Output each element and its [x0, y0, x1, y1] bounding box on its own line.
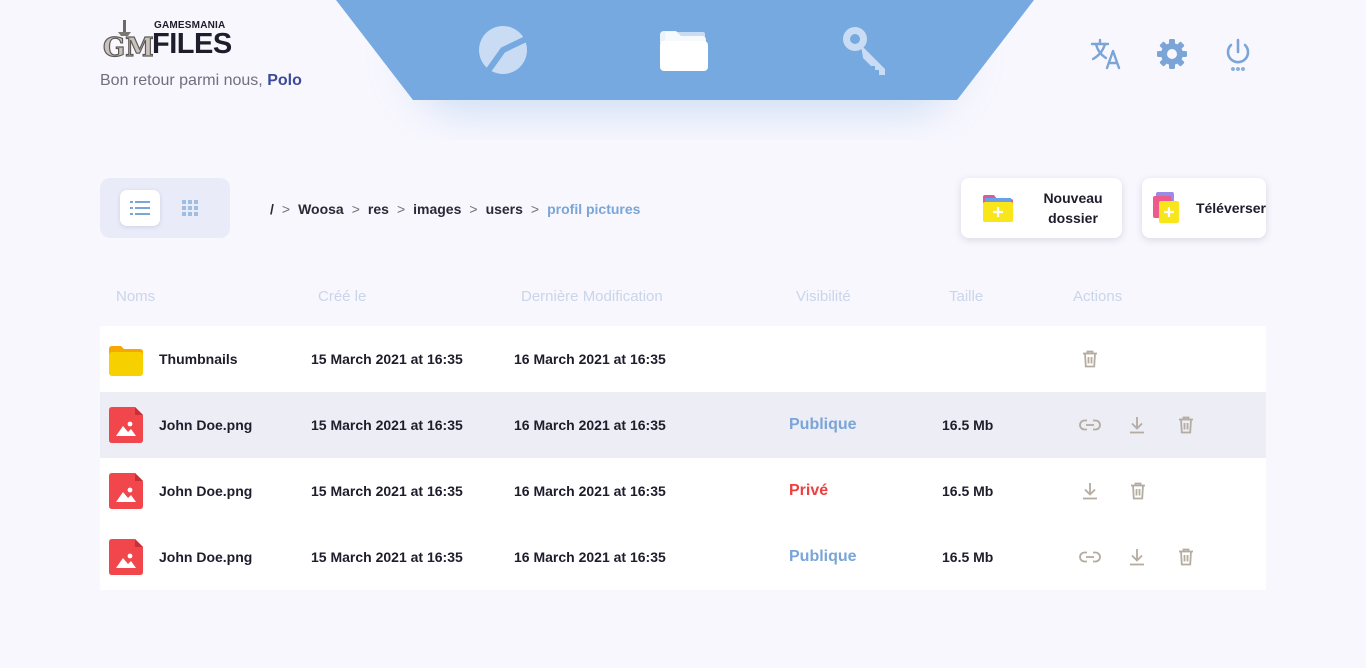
- translate-icon: [1090, 38, 1121, 70]
- breadcrumb-users[interactable]: users: [486, 201, 523, 217]
- welcome-message: Bon retour parmi nous, Polo: [100, 72, 302, 90]
- delete-button[interactable]: [1174, 413, 1198, 437]
- welcome-prefix: Bon retour parmi nous,: [100, 72, 268, 89]
- upload-file-icon: [1152, 192, 1179, 223]
- trash-icon: [1131, 482, 1145, 500]
- gamesmania-logo-mark: GM: [102, 20, 153, 60]
- breadcrumb-current: profil pictures: [547, 201, 641, 217]
- logout-button[interactable]: [1220, 36, 1256, 72]
- grid-view-button[interactable]: [170, 190, 210, 226]
- file-size: 16.5 Mb: [942, 483, 994, 499]
- new-folder-button[interactable]: Nouveau dossier: [961, 178, 1122, 238]
- modified-date: 16 March 2021 at 16:35: [514, 483, 666, 499]
- list-icon: [130, 201, 150, 215]
- welcome-username: Polo: [267, 72, 302, 89]
- file-table: Thumbnails 15 March 2021 at 16:35 16 Mar…: [100, 326, 1266, 590]
- breadcrumb-separator: >: [351, 201, 360, 217]
- visibility-badge[interactable]: Publique: [789, 524, 857, 590]
- table-row[interactable]: John Doe.png 15 March 2021 at 16:35 16 M…: [100, 458, 1266, 524]
- trash-icon: [1083, 350, 1097, 368]
- delete-button[interactable]: [1126, 479, 1150, 503]
- column-header-actions: Actions: [1073, 288, 1123, 305]
- created-date: 15 March 2021 at 16:35: [311, 549, 463, 565]
- breadcrumb-res[interactable]: res: [368, 201, 389, 217]
- download-icon: [1130, 549, 1144, 566]
- file-size: 16.5 Mb: [942, 549, 994, 565]
- breadcrumb-images[interactable]: images: [413, 201, 461, 217]
- settings-button[interactable]: [1154, 36, 1190, 72]
- power-icon: [1226, 38, 1250, 71]
- breadcrumb-root[interactable]: /: [270, 201, 274, 217]
- translate-button[interactable]: [1088, 36, 1124, 72]
- file-size: 16.5 Mb: [942, 417, 994, 433]
- image-file-icon: [109, 539, 143, 575]
- download-button[interactable]: [1125, 413, 1149, 437]
- folder-icon: [660, 31, 708, 71]
- column-header-visibility[interactable]: Visibilité: [796, 288, 851, 305]
- download-button[interactable]: [1078, 479, 1102, 503]
- upload-label: Téléverser: [1195, 200, 1266, 216]
- key-icon: [843, 27, 885, 75]
- breadcrumb-separator: >: [281, 201, 291, 217]
- gear-icon: [1157, 39, 1187, 69]
- modified-date: 16 March 2021 at 16:35: [514, 417, 666, 433]
- view-mode-toggle: [100, 178, 230, 238]
- grid-icon: [182, 200, 198, 216]
- table-header: Noms Créé le Dernière Modification Visib…: [100, 288, 1266, 308]
- list-view-button[interactable]: [120, 190, 160, 226]
- nav-keys[interactable]: [840, 24, 892, 76]
- brand-logo[interactable]: GM GAMESMANIA FILES: [101, 16, 241, 62]
- nav-files[interactable]: [658, 24, 710, 76]
- nav-dashboard[interactable]: [477, 24, 529, 76]
- folder-icon: [109, 346, 143, 376]
- image-file-icon: [109, 473, 143, 509]
- file-name[interactable]: John Doe.png: [159, 524, 252, 590]
- modified-date: 16 March 2021 at 16:35: [514, 549, 666, 565]
- breadcrumb-separator: >: [396, 201, 406, 217]
- new-folder-label-line1: Nouveau: [1043, 190, 1103, 206]
- download-icon: [1083, 483, 1097, 500]
- file-name[interactable]: John Doe.png: [159, 392, 252, 458]
- breadcrumb-separator: >: [469, 201, 478, 217]
- delete-button[interactable]: [1174, 545, 1198, 569]
- logo-mark-text: GM: [103, 33, 153, 60]
- new-folder-label-line2: dossier: [1048, 210, 1098, 226]
- link-icon: [1079, 419, 1101, 431]
- link-icon: [1079, 551, 1101, 563]
- column-header-size[interactable]: Taille: [949, 288, 983, 305]
- trash-icon: [1179, 548, 1193, 566]
- column-header-created[interactable]: Créé le: [318, 288, 366, 305]
- table-row[interactable]: John Doe.png 15 March 2021 at 16:35 16 M…: [100, 524, 1266, 590]
- brand-title: FILES: [152, 28, 232, 60]
- visibility-badge[interactable]: Privé: [789, 458, 828, 524]
- upload-button[interactable]: Téléverser: [1142, 178, 1266, 238]
- column-header-modified[interactable]: Dernière Modification: [521, 288, 663, 305]
- new-folder-label: Nouveau dossier: [1033, 188, 1113, 228]
- breadcrumb-woosa[interactable]: Woosa: [298, 201, 344, 217]
- created-date: 15 March 2021 at 16:35: [311, 483, 463, 499]
- created-date: 15 March 2021 at 16:35: [311, 417, 463, 433]
- copy-link-button[interactable]: [1078, 545, 1102, 569]
- column-header-name[interactable]: Noms: [116, 288, 155, 305]
- file-name[interactable]: John Doe.png: [159, 458, 252, 524]
- pie-chart-icon: [479, 26, 528, 74]
- image-file-icon: [109, 407, 143, 443]
- created-date: 15 March 2021 at 16:35: [311, 351, 463, 367]
- table-row[interactable]: John Doe.png 15 March 2021 at 16:35 16 M…: [100, 392, 1266, 458]
- delete-button[interactable]: [1078, 347, 1102, 371]
- visibility-badge[interactable]: Publique: [789, 392, 857, 458]
- breadcrumb: / > Woosa > res > images > users > profi…: [270, 199, 640, 219]
- breadcrumb-separator: >: [530, 201, 540, 217]
- copy-link-button[interactable]: [1078, 413, 1102, 437]
- download-icon: [1130, 417, 1144, 434]
- trash-icon: [1179, 416, 1193, 434]
- file-name[interactable]: Thumbnails: [159, 326, 238, 392]
- new-folder-icon: [983, 195, 1013, 222]
- table-row[interactable]: Thumbnails 15 March 2021 at 16:35 16 Mar…: [100, 326, 1266, 392]
- download-button[interactable]: [1125, 545, 1149, 569]
- modified-date: 16 March 2021 at 16:35: [514, 351, 666, 367]
